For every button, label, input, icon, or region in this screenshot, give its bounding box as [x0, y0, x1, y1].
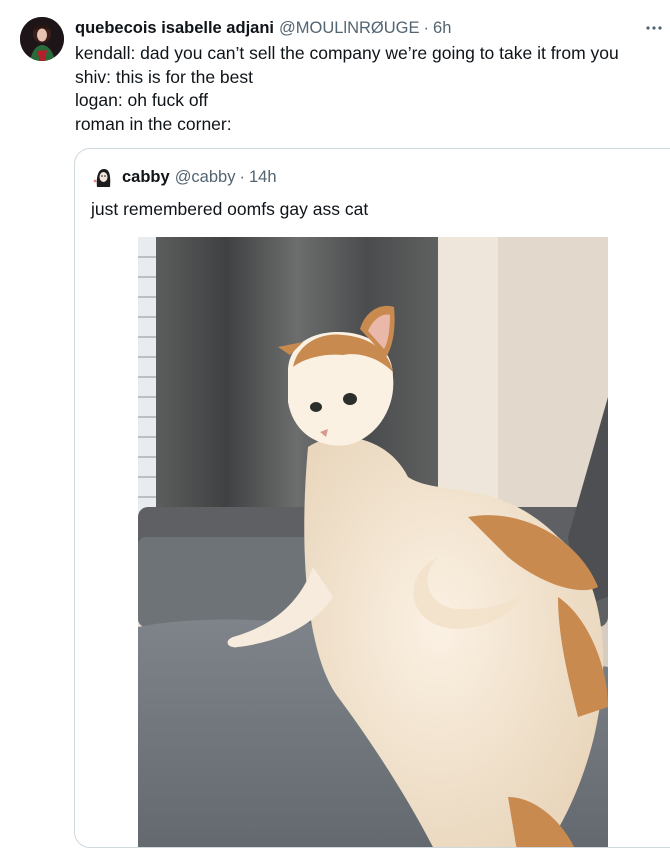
quoted-avatar-image — [91, 165, 115, 189]
quoted-timestamp[interactable]: 14h — [249, 168, 277, 187]
tweet-line: shiv: this is for the best — [75, 66, 253, 87]
display-name[interactable]: quebecois isabelle adjani — [75, 19, 274, 38]
separator-dot: · — [423, 18, 430, 37]
tweet-line: logan: oh fuck off — [75, 90, 208, 110]
avatar-image — [20, 17, 64, 61]
more-options-button[interactable] — [642, 17, 666, 39]
user-handle[interactable]: @MOULlNRØUGE — [279, 19, 420, 38]
quoted-tweet-card[interactable]: cabby @cabby · 14h just remembered oomfs… — [74, 148, 670, 848]
quoted-display-name[interactable]: cabby — [122, 168, 170, 187]
tweet-text: kendall: dad you can’t sell the company … — [75, 42, 660, 136]
quoted-tweet-header: cabby @cabby · 14h — [91, 164, 277, 190]
tweet-line: roman in the corner: — [75, 113, 232, 134]
tweet-line: kendall: dad you can’t sell the company … — [75, 43, 619, 63]
separator-dot: · — [239, 167, 245, 186]
cat-photo-illustration — [138, 237, 608, 847]
ellipsis-icon — [646, 26, 662, 30]
quoted-tweet-text: just remembered oomfs gay ass cat — [91, 199, 369, 219]
avatar[interactable] — [20, 17, 64, 61]
timestamp[interactable]: 6h — [433, 19, 451, 38]
quoted-user-handle[interactable]: @cabby — [175, 168, 236, 187]
tweet-header: quebecois isabelle adjani @MOULlNRØUGE ·… — [75, 17, 670, 39]
quoted-avatar[interactable] — [91, 165, 115, 189]
cat-photo[interactable] — [138, 237, 608, 847]
